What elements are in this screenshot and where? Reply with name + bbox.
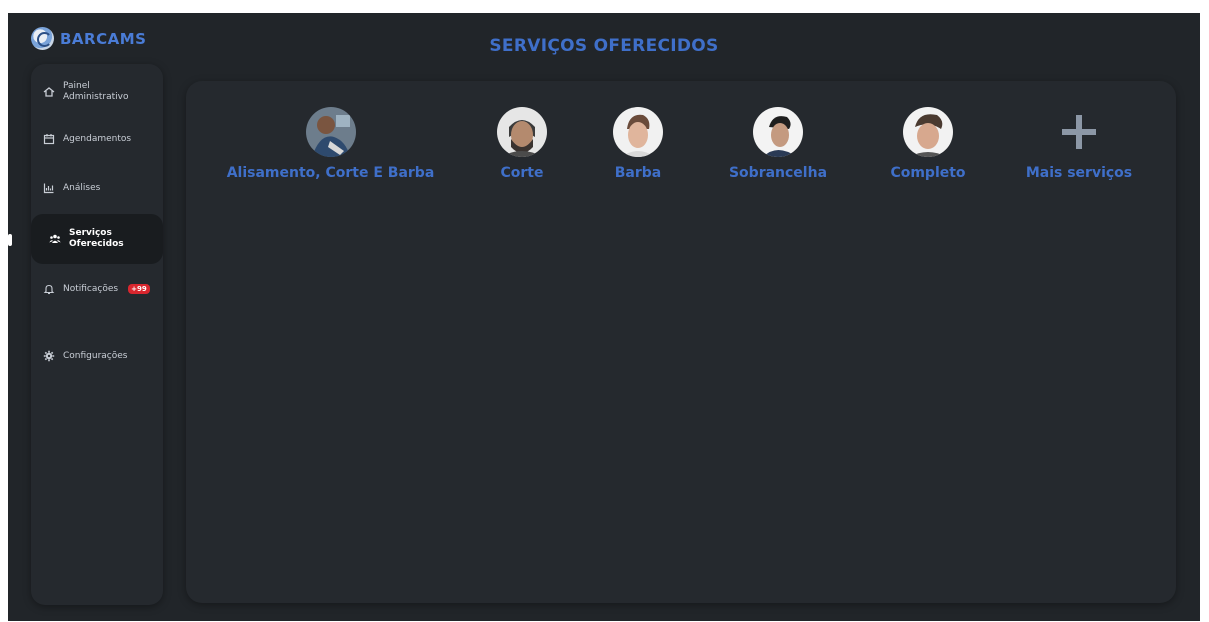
users-icon bbox=[49, 233, 61, 245]
page-title: SERVIÇOS OFERECIDOS bbox=[489, 36, 719, 56]
calendar-icon bbox=[43, 133, 55, 145]
service-label: Sobrancelha bbox=[728, 165, 828, 181]
service-card[interactable]: Corte bbox=[486, 107, 558, 181]
service-card[interactable]: Barba bbox=[596, 107, 680, 181]
sidebar-item-painel[interactable]: Painel Administrativo bbox=[43, 81, 143, 103]
service-avatar bbox=[903, 107, 953, 157]
gear-icon bbox=[43, 350, 55, 362]
service-card[interactable]: Alisamento, Corte E Barba bbox=[226, 107, 435, 181]
sidebar-item-configuracoes[interactable]: Configurações bbox=[43, 350, 127, 362]
chart-icon bbox=[43, 182, 55, 194]
service-label: Mais serviços bbox=[1025, 165, 1133, 181]
service-avatar bbox=[497, 107, 547, 157]
service-label: Alisamento, Corte E Barba bbox=[226, 165, 435, 181]
service-card[interactable]: Sobrancelha bbox=[719, 107, 837, 181]
service-label: Corte bbox=[500, 165, 544, 181]
sidebar-item-agendamentos[interactable]: Agendamentos bbox=[43, 133, 131, 145]
notification-badge: +99 bbox=[128, 284, 150, 294]
sidebar-item-servicos[interactable]: Serviços Oferecidos bbox=[31, 214, 163, 264]
sidebar-item-label: Análises bbox=[63, 182, 101, 193]
service-avatar bbox=[305, 107, 356, 157]
sidebar-item-label: Notificações bbox=[63, 283, 119, 294]
sidebar-item-label: Painel Administrativo bbox=[63, 81, 129, 102]
sidebar-item-label: Serviços Oferecidos bbox=[69, 228, 124, 249]
plus-icon bbox=[1062, 115, 1096, 149]
service-avatar bbox=[613, 107, 663, 157]
sidebar-item-notificacoes[interactable]: Notificações +99 bbox=[43, 283, 150, 295]
service-avatar bbox=[753, 107, 803, 157]
service-label: Barba bbox=[614, 165, 662, 181]
sidebar-item-analises[interactable]: Análises bbox=[43, 182, 100, 194]
sidebar: Painel Administrativo Agendamentos Análi… bbox=[8, 64, 163, 605]
app-window: BARCAMS SERVIÇOS OFERECIDOS Painel Admin… bbox=[8, 13, 1200, 621]
services-panel: Alisamento, Corte E Barba Corte Barba So… bbox=[186, 81, 1176, 603]
add-service-button[interactable]: Mais serviços bbox=[1024, 107, 1134, 181]
sidebar-item-label: Agendamentos bbox=[63, 133, 132, 144]
bell-icon bbox=[43, 283, 55, 295]
sidebar-item-label: Configurações bbox=[63, 350, 128, 361]
active-indicator bbox=[8, 234, 12, 246]
service-label: Completo bbox=[890, 165, 966, 181]
home-icon bbox=[43, 86, 55, 98]
service-card[interactable]: Completo bbox=[880, 107, 976, 181]
